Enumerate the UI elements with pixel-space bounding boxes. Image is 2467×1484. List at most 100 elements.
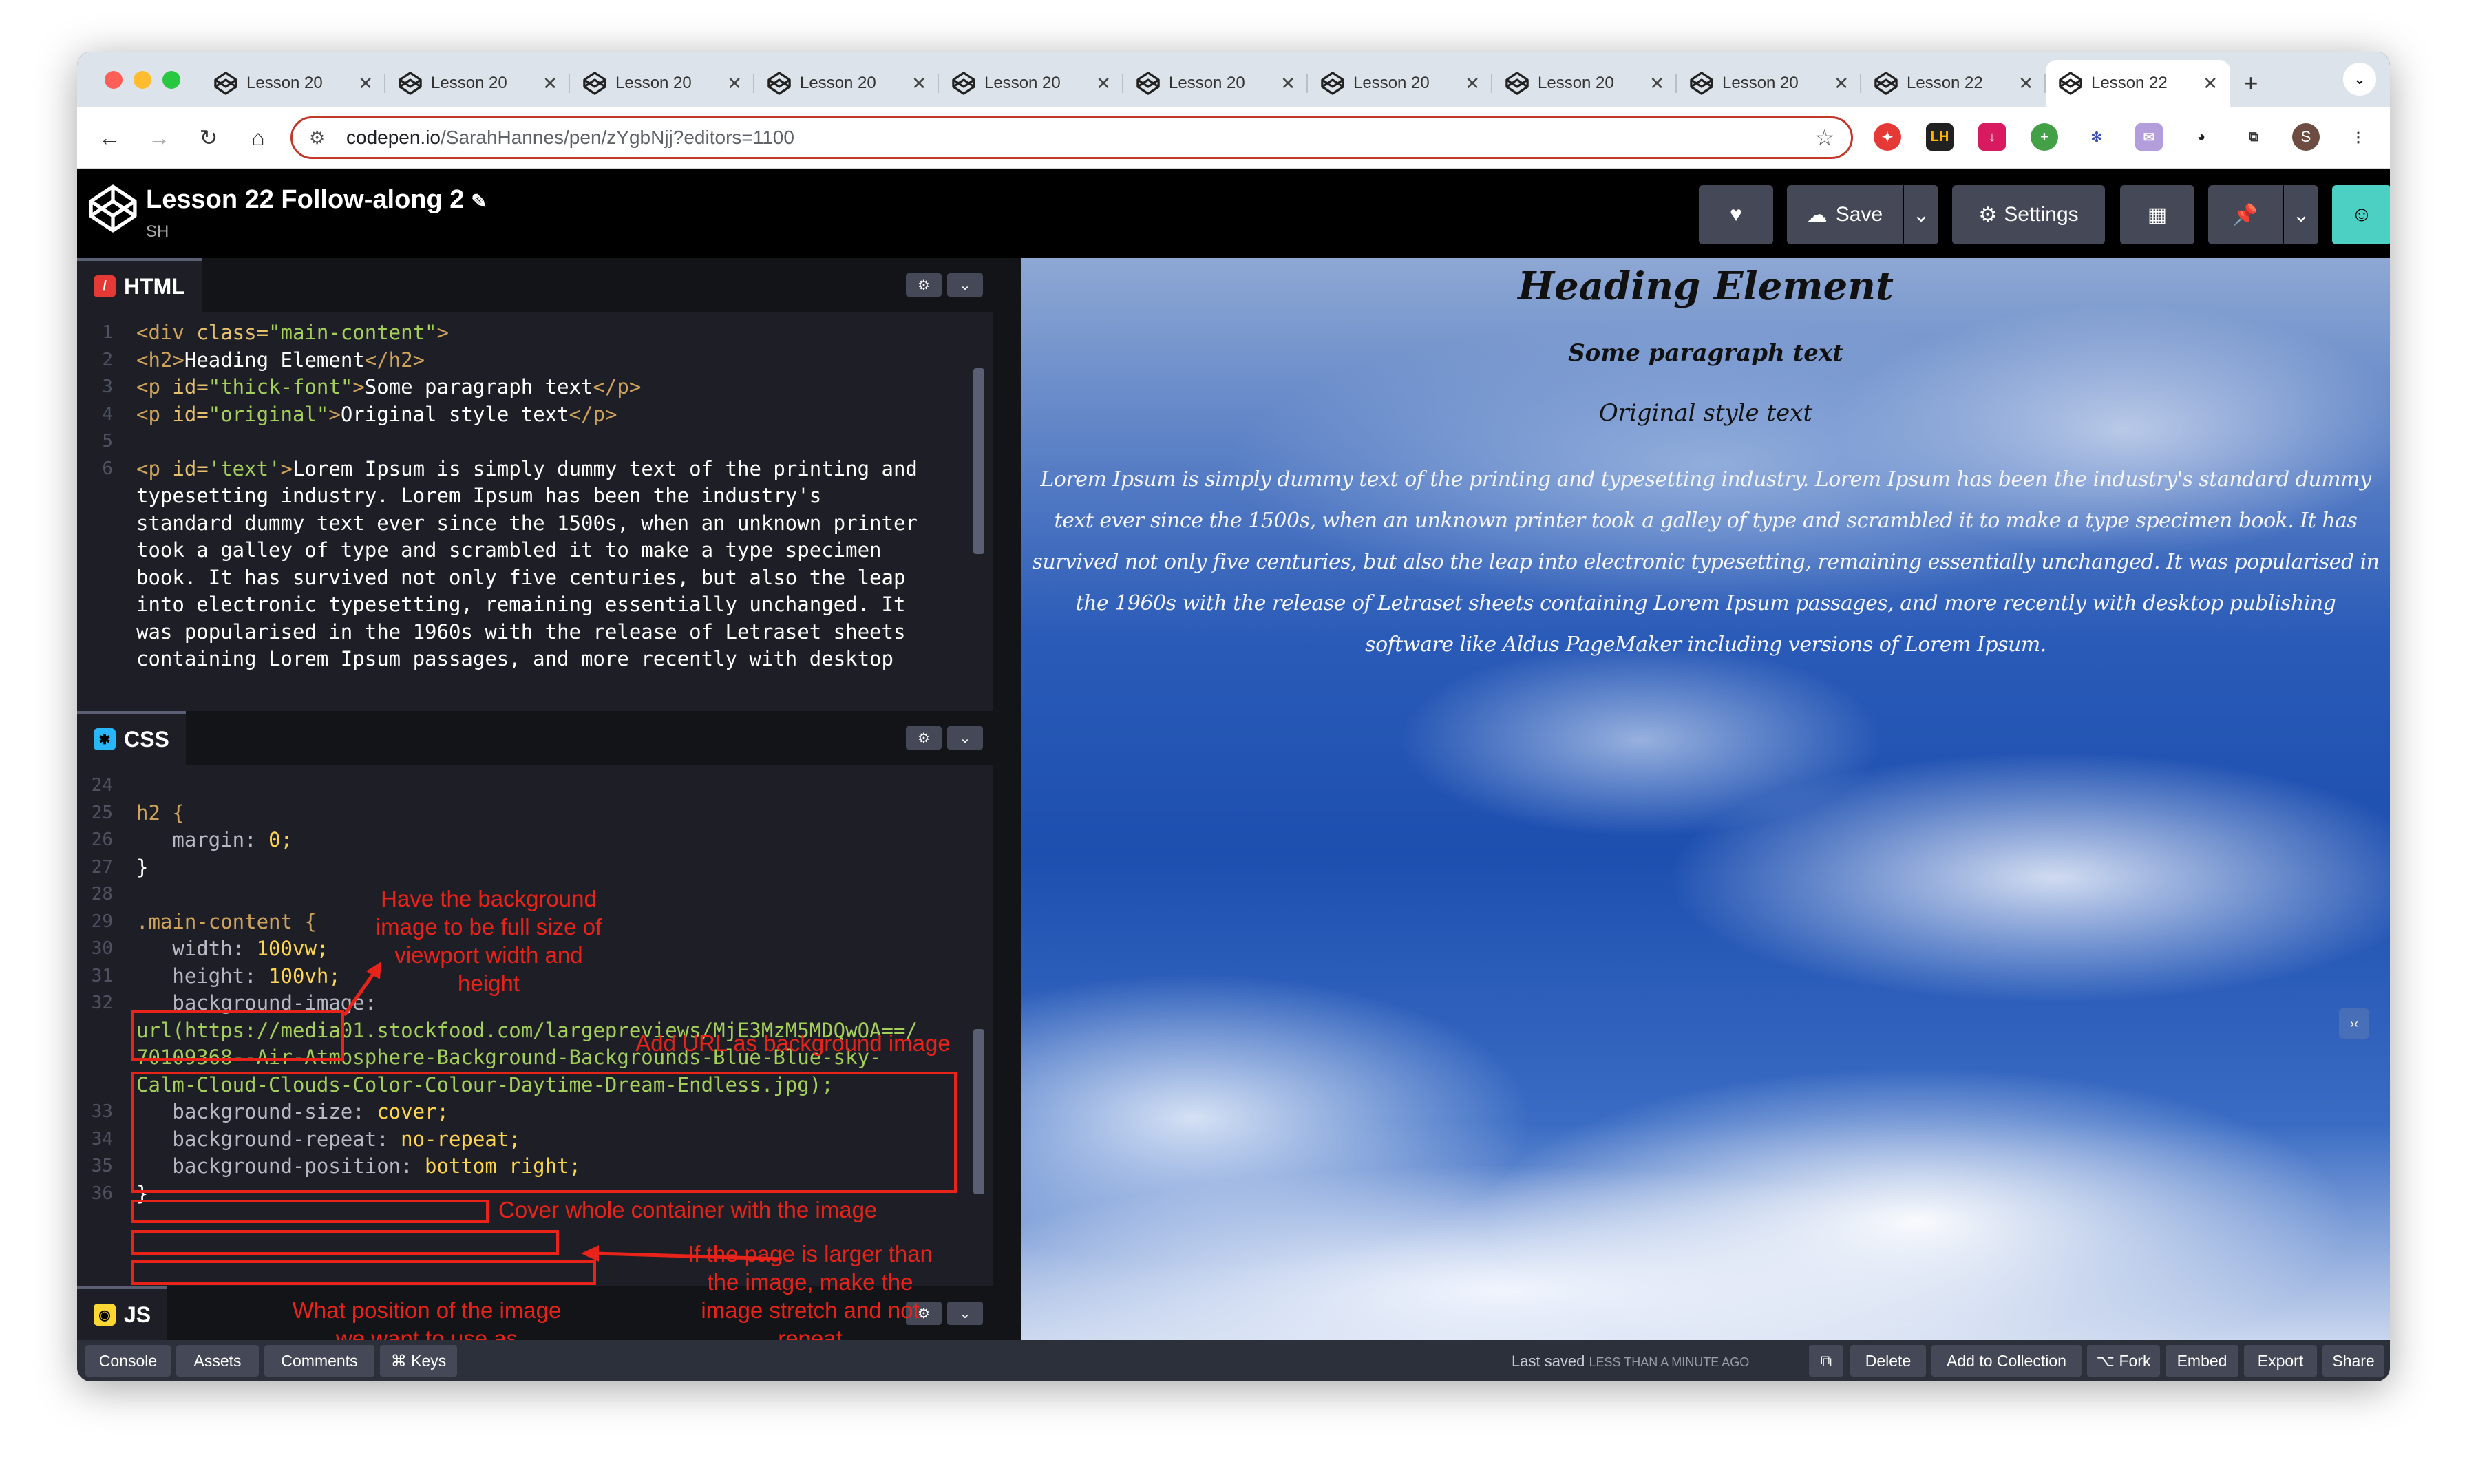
code-line: height: 100vh; (136, 964, 341, 988)
tab-close-icon[interactable]: ✕ (727, 73, 742, 94)
save-button[interactable]: ☁ Save (1787, 185, 1903, 244)
annotation-viewport: Have the background image to be full siz… (375, 886, 602, 996)
browser-tab[interactable]: Lesson 20 ✕ (1123, 60, 1308, 107)
browser-tab[interactable]: Lesson 20 ✕ (385, 60, 570, 107)
url-text[interactable]: codepen.io/SarahHannes/pen/zYgbNjj?edito… (346, 127, 1814, 149)
close-window-icon[interactable] (105, 71, 123, 89)
tab-close-icon[interactable]: ✕ (1096, 73, 1111, 94)
tab-close-icon[interactable]: ✕ (2203, 73, 2218, 94)
extensions-bar: ✦ LH ↓ + ✻ ✉ ◕ ⧉ S ⋮ (1874, 123, 2372, 151)
tab-search-chevron-icon[interactable]: ⌄ (2343, 63, 2376, 96)
line-number: 32 (91, 993, 113, 1013)
browser-tab[interactable]: Lesson 20 ✕ (570, 60, 754, 107)
css-pane-collapse-icon[interactable]: ⌄ (947, 726, 983, 750)
line-number: 30 (91, 938, 113, 959)
layout-button[interactable]: ▦ (2120, 185, 2194, 244)
zoom-window-icon[interactable] (162, 71, 180, 89)
extension-lh-icon[interactable]: LH (1926, 123, 1954, 151)
open-external-icon[interactable]: ⧉ (1809, 1345, 1843, 1377)
browser-tab[interactable]: Lesson 20 ✕ (939, 60, 1123, 107)
tab-close-icon[interactable]: ✕ (911, 73, 927, 94)
tab-title: Lesson 20 (431, 74, 507, 92)
console-button[interactable]: Console (85, 1345, 171, 1377)
codepen-logo-icon[interactable] (87, 182, 139, 235)
reload-icon[interactable]: ↻ (193, 122, 224, 153)
annotation-box-cover (131, 1200, 489, 1223)
bookmark-star-icon[interactable]: ☆ (1814, 125, 1834, 151)
browser-menu-icon[interactable]: ⋮ (2344, 123, 2372, 151)
delete-button[interactable]: Delete (1850, 1345, 1926, 1377)
share-button[interactable]: Share (2322, 1345, 2384, 1377)
comments-button[interactable]: Comments (264, 1345, 374, 1377)
html-pane-settings-icon[interactable]: ⚙ (906, 273, 942, 297)
export-button[interactable]: Export (2244, 1345, 2317, 1377)
preview-pane[interactable]: Heading Element Some paragraph text Orig… (1021, 258, 2390, 1340)
extension-purple-icon[interactable]: ✉ (2135, 123, 2163, 151)
code-line: .main-content { (136, 909, 317, 933)
html-scrollbar[interactable] (973, 368, 984, 554)
tab-close-icon[interactable]: ✕ (1465, 73, 1480, 94)
edit-pencil-icon[interactable]: ✎ (471, 191, 487, 212)
extension-snowflake-icon[interactable]: ✻ (2083, 123, 2110, 151)
embed-button[interactable]: Embed (2166, 1345, 2238, 1377)
back-arrow-icon[interactable]: ← (94, 122, 125, 153)
profile-avatar[interactable]: S (2292, 123, 2320, 151)
js-pane-collapse-icon[interactable]: ⌄ (947, 1302, 983, 1325)
tab-close-icon[interactable]: ✕ (542, 73, 558, 94)
add-to-collection-button[interactable]: Add to Collection (1931, 1345, 2082, 1377)
js-pane-tab[interactable]: ◉ JS (77, 1286, 168, 1340)
tab-close-icon[interactable]: ✕ (1280, 73, 1295, 94)
extension-download-icon[interactable]: ↓ (1978, 123, 2006, 151)
site-info-icon[interactable]: ⚙ (309, 127, 330, 149)
tab-title: Lesson 20 (615, 74, 692, 92)
pin-options-chevron-icon[interactable]: ⌄ (2284, 185, 2318, 244)
browser-tab[interactable]: Lesson 20 ✕ (1308, 60, 1492, 107)
browser-tab[interactable]: Lesson 20 ✕ (1492, 60, 1677, 107)
css-pane-settings-icon[interactable]: ⚙ (906, 726, 942, 750)
heart-button[interactable]: ♥ (1699, 185, 1773, 244)
extension-red-icon[interactable]: ✦ (1874, 123, 1901, 151)
home-icon[interactable]: ⌂ (242, 122, 274, 153)
extension-paint-icon[interactable]: ◕ (2188, 123, 2215, 151)
pen-title-text: Lesson 22 Follow-along 2 (146, 185, 465, 214)
html-pane-tab[interactable]: / HTML (77, 258, 202, 312)
minimize-window-icon[interactable] (134, 71, 151, 89)
browser-tab[interactable]: Lesson 20 ✕ (201, 60, 385, 107)
css-pane-tab[interactable]: ✱ CSS (77, 711, 186, 765)
extensions-puzzle-icon[interactable]: ⧉ (2240, 123, 2267, 151)
code-line: h2 { (136, 801, 184, 825)
code-line: into electronic typesetting, remaining e… (136, 593, 906, 616)
pen-title[interactable]: Lesson 22 Follow-along 2 ✎ (146, 185, 487, 215)
html-code-editor[interactable]: 1 <div class="main-content"> 2 <h2>Heading … (77, 312, 972, 711)
preview-resize-handle-icon[interactable]: ›‹ (2339, 1008, 2369, 1039)
browser-tab[interactable]: Lesson 22 ✕ (2046, 60, 2230, 107)
keys-button[interactable]: ⌘ Keys (380, 1345, 457, 1377)
annotation-repeat: If the page is larger than the image, ma… (688, 1241, 933, 1351)
last-saved-status: Last saved LESS THAN A MINUTE AGO (1512, 1353, 1749, 1370)
pin-button[interactable]: 📌 (2208, 185, 2283, 244)
css-scrollbar[interactable] (973, 1029, 984, 1194)
fork-button[interactable]: ⌥ Fork (2087, 1345, 2160, 1377)
tab-close-icon[interactable]: ✕ (2018, 73, 2033, 94)
user-avatar[interactable]: ☺ (2332, 185, 2390, 244)
browser-tab[interactable]: Lesson 20 ✕ (754, 60, 939, 107)
tab-title: Lesson 20 (246, 74, 323, 92)
new-tab-button[interactable]: + (2230, 60, 2272, 107)
assets-button[interactable]: Assets (176, 1345, 259, 1377)
pen-owner[interactable]: SH (146, 222, 169, 242)
save-options-chevron-icon[interactable]: ⌄ (1904, 185, 1938, 244)
preview-thick-text: Some paragraph text (1568, 339, 1843, 367)
tab-close-icon[interactable]: ✕ (358, 73, 373, 94)
html-pane-collapse-icon[interactable]: ⌄ (947, 273, 983, 297)
extension-plus-icon[interactable]: + (2031, 123, 2058, 151)
address-bar[interactable]: ⚙ codepen.io/SarahHannes/pen/zYgbNjj?edi… (290, 116, 1853, 159)
forward-arrow-icon[interactable]: → (143, 122, 175, 153)
line-number: 31 (91, 965, 113, 986)
browser-tab[interactable]: Lesson 22 ✕ (1861, 60, 2046, 107)
settings-button[interactable]: ⚙ Settings (1952, 185, 2105, 244)
tab-close-icon[interactable]: ✕ (1834, 73, 1849, 94)
editor-column: / HTML ⚙ ⌄ 1 <div class="main-content"> 2 <h… (77, 258, 993, 1379)
tab-title: Lesson 22 (2091, 74, 2168, 92)
browser-tab[interactable]: Lesson 20 ✕ (1677, 60, 1861, 107)
tab-close-icon[interactable]: ✕ (1649, 73, 1664, 94)
